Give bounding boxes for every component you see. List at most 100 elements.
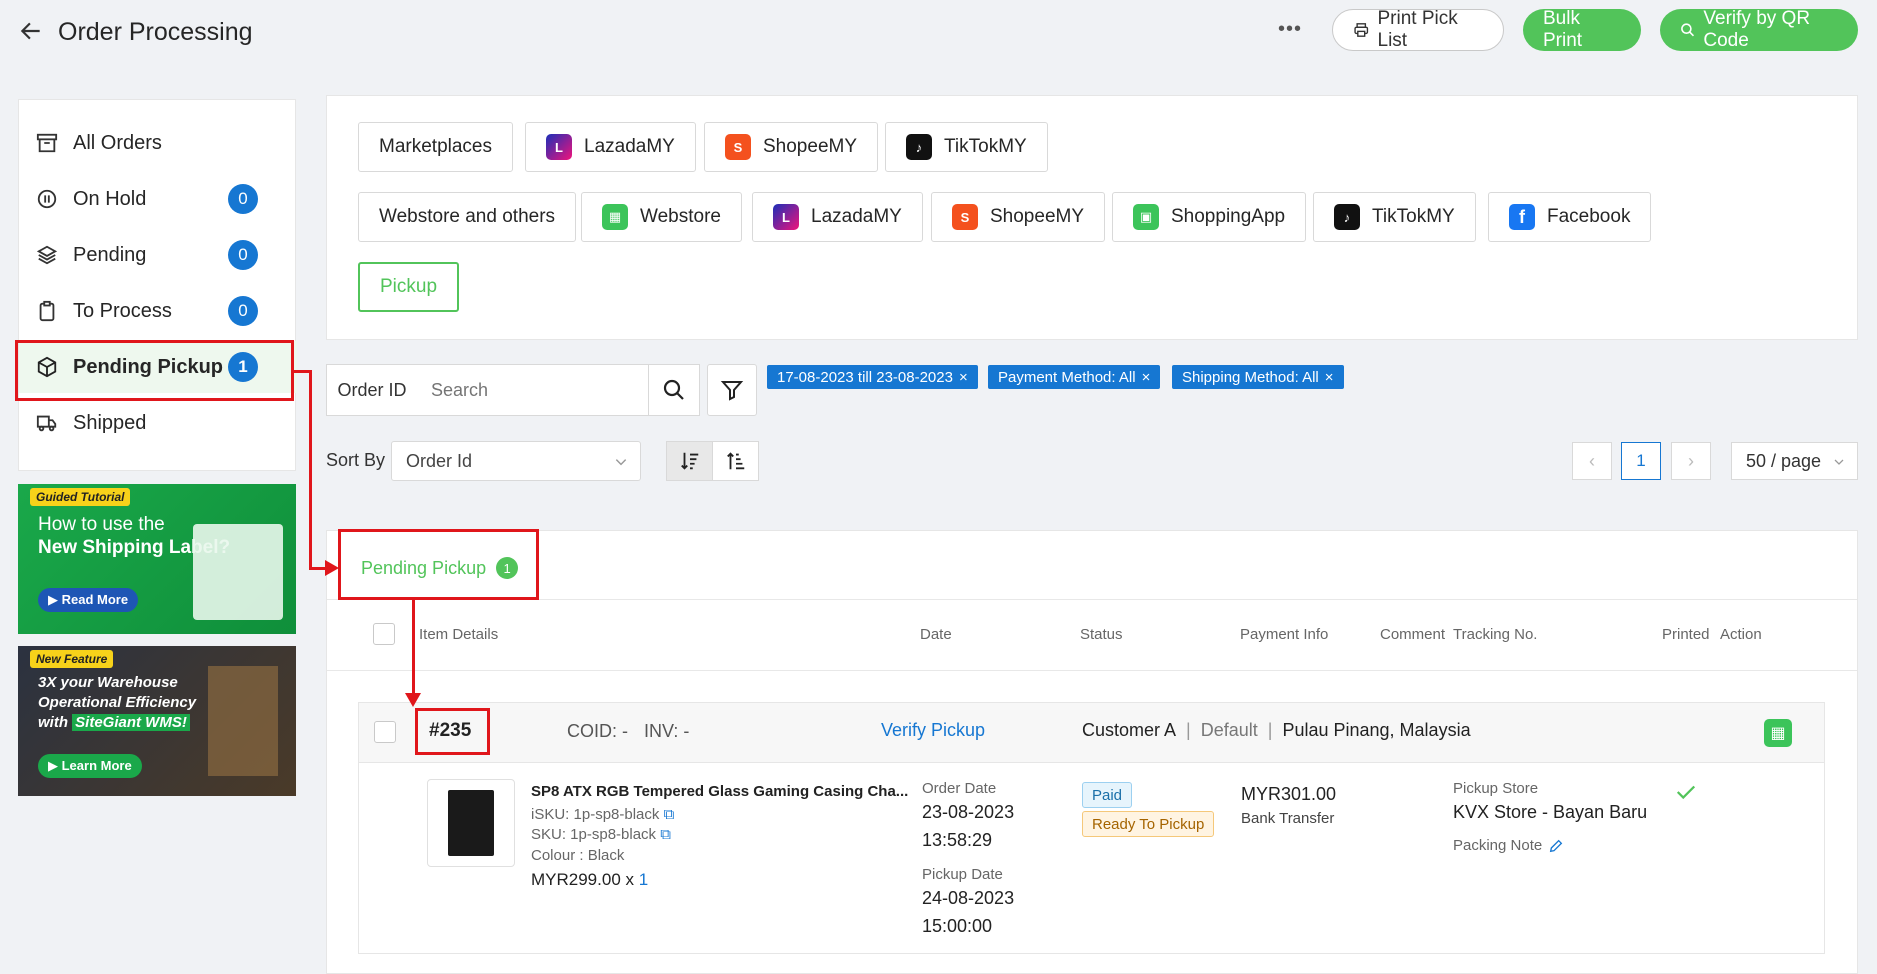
search-icon	[663, 379, 684, 400]
next-page-button[interactable]: ›	[1671, 442, 1711, 480]
pickup-time: 15:00:00	[922, 916, 993, 936]
chip-shopping-app[interactable]: ▣ ShoppingApp	[1112, 192, 1307, 242]
sidebar-item-pending[interactable]: Pending 0	[19, 229, 297, 281]
sidebar-item-all-orders[interactable]: All Orders	[19, 117, 297, 169]
sort-select-value: Order Id	[406, 450, 473, 471]
col-comment: Comment	[1380, 626, 1446, 643]
sort-descending-button[interactable]	[666, 441, 713, 481]
shopee-icon: S	[725, 134, 751, 160]
feature-banner[interactable]: New Feature 3X your Warehouse Operationa…	[18, 646, 296, 796]
close-icon[interactable]: ×	[1325, 369, 1334, 386]
filter-tag-payment[interactable]: Payment Method: All ×	[988, 365, 1161, 389]
chevron-left-icon: ‹	[1589, 450, 1595, 471]
page-size-value: 50 / page	[1746, 450, 1822, 471]
isku-line: iSKU: 1p-sp8-black ⧉	[531, 806, 674, 823]
close-icon[interactable]: ×	[1142, 369, 1151, 386]
pickup-store: KVX Store - Bayan Baru	[1453, 802, 1648, 822]
shopee-icon: S	[952, 204, 978, 230]
chip-webstore[interactable]: ▦ Webstore	[581, 192, 742, 242]
learn-more-label: Learn More	[61, 758, 132, 773]
chip-lazada-webstore[interactable]: L LazadaMY	[752, 192, 923, 242]
sidebar-item-shipped[interactable]: Shipped	[19, 397, 297, 449]
page-number-button[interactable]: 1	[1621, 442, 1661, 480]
filter-tag-label: 17-08-2023 till 23-08-2023	[777, 368, 953, 386]
filter-tag-date[interactable]: 17-08-2023 till 23-08-2023 ×	[767, 365, 978, 389]
pickup-store-label: Pickup Store	[1453, 780, 1539, 797]
annotation-arrow	[412, 600, 415, 695]
colour-text: Colour : Black	[531, 847, 625, 864]
bulk-print-button[interactable]: Bulk Print	[1523, 8, 1641, 51]
chevron-down-icon	[1834, 459, 1844, 465]
separator: |	[1267, 720, 1273, 740]
col-action: Action	[1720, 626, 1762, 643]
chip-webstore-and-others[interactable]: Webstore and others	[358, 192, 577, 242]
chip-marketplaces[interactable]: Marketplaces	[358, 122, 513, 172]
search-icon	[1681, 23, 1695, 37]
chip-shopee-webstore[interactable]: S ShopeeMY	[931, 192, 1106, 242]
item-name[interactable]: SP8 ATX RGB Tempered Glass Gaming Casing…	[531, 783, 908, 800]
chevron-down-icon	[615, 459, 627, 466]
search-button[interactable]	[648, 364, 700, 416]
chip-shopee[interactable]: S ShopeeMY	[704, 122, 879, 172]
read-more-label: Read More	[61, 592, 129, 607]
inv-text: INV: -	[644, 721, 690, 741]
read-more-button[interactable]: ▶ Read More	[38, 588, 139, 612]
sku-text: SKU: 1p-sp8-black	[531, 826, 657, 843]
edit-pencil-icon[interactable]	[1548, 838, 1564, 854]
filter-button[interactable]	[707, 364, 757, 416]
col-status: Status	[1080, 626, 1123, 643]
customer-info: Customer A | Default | Pulau Pinang, Mal…	[1082, 720, 1471, 741]
chip-label: Pickup	[380, 276, 438, 297]
chip-label: LazadaMY	[584, 136, 675, 157]
close-icon[interactable]: ×	[959, 369, 968, 386]
copy-icon[interactable]: ⧉	[664, 806, 675, 823]
filter-tag-shipping[interactable]: Shipping Method: All ×	[1172, 365, 1344, 389]
chip-label: Webstore	[640, 206, 721, 227]
payment-amount: MYR301.00	[1241, 784, 1337, 804]
chip-label: LazadaMY	[811, 206, 902, 227]
select-all-checkbox[interactable]	[373, 623, 395, 645]
chip-pickup[interactable]: Pickup	[358, 262, 460, 312]
order-checkbox[interactable]	[374, 721, 396, 743]
customer-default: Default	[1200, 720, 1258, 740]
banner-line3: with SiteGiant WMS!	[38, 714, 190, 731]
shipping-label-illustration	[193, 524, 283, 620]
print-pick-list-button[interactable]: Print Pick List	[1332, 8, 1504, 51]
printed-check-icon	[1676, 785, 1696, 800]
status-badge-ready: Ready To Pickup	[1082, 811, 1215, 837]
learn-more-button[interactable]: ▶ Learn More	[38, 754, 142, 778]
verify-by-qr-button[interactable]: Verify by QR Code	[1660, 8, 1858, 51]
order-date-label: Order Date	[922, 780, 997, 797]
back-arrow-icon[interactable]	[18, 18, 44, 44]
chip-facebook[interactable]: f Facebook	[1488, 192, 1652, 242]
search-input[interactable]	[417, 364, 649, 416]
sku-line: SKU: 1p-sp8-black ⧉	[531, 826, 671, 843]
col-tracking-no: Tracking No.	[1453, 626, 1538, 643]
page-size-select[interactable]: 50 / page	[1731, 442, 1858, 480]
sort-select[interactable]: Order Id	[391, 441, 641, 481]
tutorial-banner[interactable]: Guided Tutorial How to use the New Shipp…	[18, 484, 296, 634]
chip-lazada[interactable]: L LazadaMY	[525, 122, 696, 172]
col-item-details: Item Details	[419, 626, 499, 643]
chip-label: Webstore and others	[379, 206, 556, 227]
sidebar-item-on-hold[interactable]: On Hold 0	[19, 173, 297, 225]
customer-location: Pulau Pinang, Malaysia	[1282, 720, 1471, 740]
pickup-date: 24-08-2023	[922, 888, 1015, 908]
banner-line1: 3X your Warehouse	[38, 674, 178, 691]
order-status-sidebar: All Orders On Hold 0 Pending 0 To Proces…	[18, 99, 297, 471]
separator: |	[1186, 720, 1191, 740]
chip-tiktok[interactable]: ♪ TikTokMY	[885, 122, 1048, 172]
filter-tag-label: Payment Method: All	[998, 368, 1136, 386]
chip-tiktok-webstore[interactable]: ♪ TikTokMY	[1313, 192, 1476, 242]
copy-icon[interactable]: ⧉	[660, 826, 671, 843]
verify-pickup-link[interactable]: Verify Pickup	[881, 720, 985, 741]
prev-page-button[interactable]: ‹	[1572, 442, 1612, 480]
truck-icon	[35, 411, 59, 435]
customer-name: Customer A	[1082, 720, 1177, 740]
more-options-icon[interactable]: •••	[1278, 19, 1302, 39]
pause-circle-icon	[35, 187, 59, 211]
sidebar-item-to-process[interactable]: To Process 0	[19, 285, 297, 337]
search-field-label: Order ID	[326, 364, 418, 416]
banner-tag: Guided Tutorial	[30, 488, 131, 506]
sort-ascending-button[interactable]	[712, 441, 759, 481]
